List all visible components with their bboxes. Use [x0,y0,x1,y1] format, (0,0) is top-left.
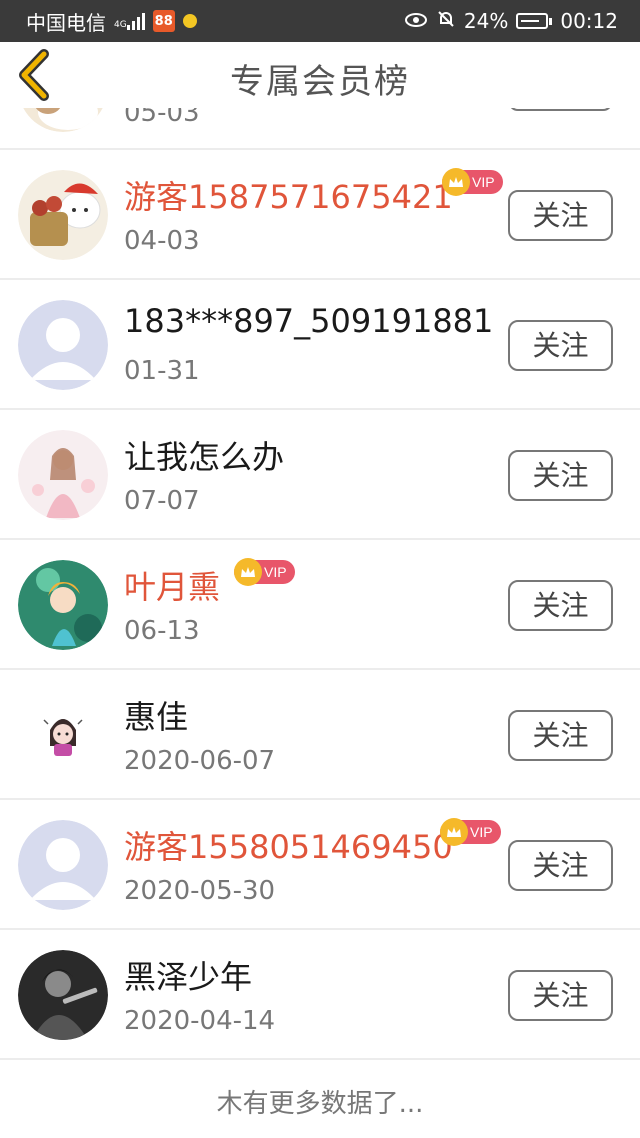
avatar[interactable] [18,170,108,260]
follow-button[interactable]: 关注 [508,840,613,891]
list-item[interactable]: 游客1587571675421 VIP 04-03 关注 [0,150,640,280]
member-date: 2020-06-07 [124,746,276,776]
lightbulb-icon [182,14,197,28]
no-more-data-text: 木有更多数据了... [216,1089,424,1119]
battery-percent: 24% [463,9,509,33]
member-name: 游客1587571675421 [124,178,453,216]
list-item[interactable]: 183***897_509191881 01-31 关注 [0,280,640,410]
page-title: 专属会员榜 [230,62,410,102]
avatar[interactable] [18,430,108,520]
app-notification-icon: 88 [152,10,175,32]
vip-label: VIP [470,824,493,840]
default-avatar-icon [18,820,108,910]
follow-button[interactable]: 关注 [508,970,613,1021]
list-item[interactable]: 黑泽少年 2020-04-14 关注 [0,930,640,1060]
member-name: 惠佳 [124,698,189,736]
vip-label: VIP [472,174,495,190]
vip-label: VIP [264,564,287,580]
status-left: 中国电信 4G 88 [26,7,197,36]
member-date: 04-03 [124,226,200,256]
avatar[interactable] [18,820,108,910]
default-avatar-icon [18,300,108,390]
crown-icon [442,168,470,196]
member-date: 2020-04-14 [124,1006,276,1036]
follow-button[interactable]: 关注 [508,320,613,371]
member-name: 让我怎么办 [124,438,285,476]
follow-button[interactable]: 关注 [508,710,613,761]
carrier-name: 中国电信 [26,10,106,35]
avatar[interactable] [18,950,108,1040]
vip-badge: VIP [442,168,503,196]
follow-button[interactable]: 关注 [508,190,613,241]
member-list: 05-03 关注 游客1587571675421 VIP 04-03 关注 18… [0,86,640,1060]
member-name: 黑泽少年 [124,958,253,996]
crown-icon [440,818,468,846]
avatar[interactable] [18,560,108,650]
status-bar: 中国电信 4G 88 24% 00:12 [0,0,640,42]
battery-icon [516,13,553,29]
vip-badge: VIP [440,818,501,846]
eye-icon [404,9,428,33]
vip-badge: VIP [234,558,295,586]
list-item[interactable]: 游客1558051469450 VIP 2020-05-30 关注 [0,800,640,930]
member-date: 06-13 [124,616,200,646]
bell-muted-icon [436,9,456,34]
member-name: 183***897_509191881 [124,302,494,340]
avatar[interactable] [18,300,108,390]
network-type: 4G [114,20,127,30]
crown-icon [234,558,262,586]
list-item[interactable]: 让我怎么办 07-07 关注 [0,410,640,540]
list-item[interactable]: 惠佳 2020-06-07 关注 [0,670,640,800]
clock: 00:12 [560,9,618,33]
member-date: 07-07 [124,486,200,516]
follow-button[interactable]: 关注 [508,580,613,631]
follow-button[interactable]: 关注 [508,450,613,501]
avatar[interactable] [18,690,108,780]
member-name: 叶月熏 [124,568,221,606]
status-right: 24% 00:12 [404,9,618,34]
member-date: 01-31 [124,356,200,386]
header: 专属会员榜 [0,42,640,108]
member-name: 游客1558051469450 [124,828,453,866]
list-item[interactable]: 叶月熏 VIP 06-13 关注 [0,540,640,670]
signal-icon: 4G [114,12,145,30]
member-date: 2020-05-30 [124,876,276,906]
